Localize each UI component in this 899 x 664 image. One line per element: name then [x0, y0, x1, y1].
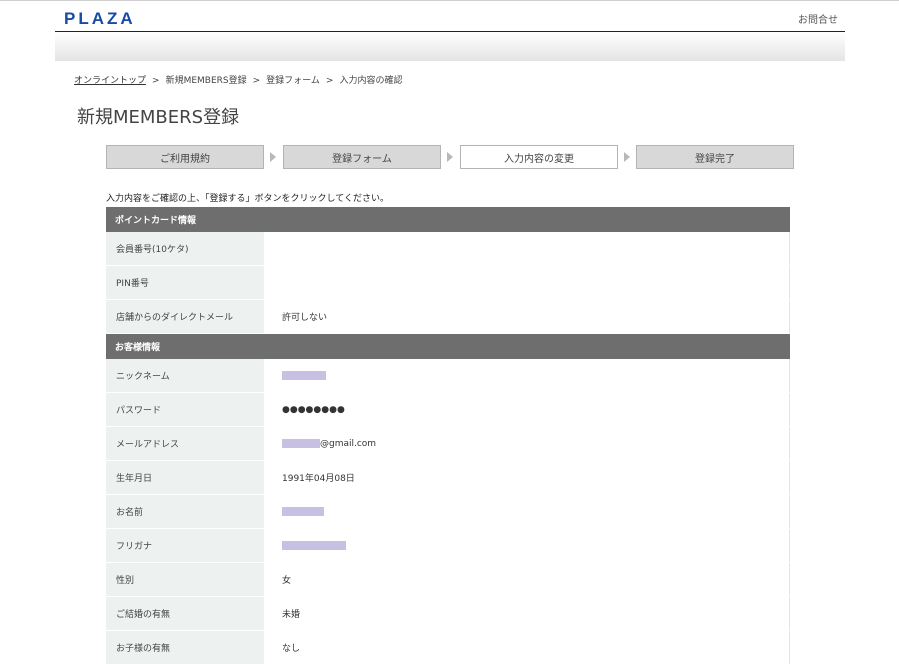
step-confirm: 入力内容の変更 [460, 145, 618, 169]
form-row-marital-status: ご結婚の有無 未婚 [106, 597, 790, 631]
row-value [264, 359, 790, 392]
section-header-customer-info: お客様情報 [106, 334, 790, 359]
breadcrumb: オンライントップ > 新規MEMBERS登録 > 登録フォーム > 入力内容の確認 [74, 73, 402, 86]
row-value: 許可しない [264, 300, 790, 333]
redacted-block [282, 507, 324, 516]
step-terms: ご利用規約 [106, 145, 264, 169]
row-label: お名前 [106, 495, 264, 528]
row-value [264, 529, 790, 562]
form-row-direct-mail: 店舗からのダイレクトメール 許可しない [106, 300, 790, 334]
breadcrumb-confirm-input: 入力内容の確認 [339, 76, 403, 86]
form-row-gender: 性別 女 [106, 563, 790, 597]
redacted-block [282, 371, 326, 380]
redacted-block [282, 439, 320, 448]
contact-link[interactable]: お問合せ [798, 11, 838, 26]
row-value [264, 495, 790, 528]
breadcrumb-separator: > [152, 76, 160, 86]
row-label: パスワード [106, 393, 264, 426]
breadcrumb-registration-form: 登録フォーム [266, 76, 320, 86]
row-label: 生年月日 [106, 461, 264, 494]
redacted-block [282, 541, 346, 550]
breadcrumb-online-top[interactable]: オンライントップ [74, 76, 146, 86]
registration-steps: ご利用規約 登録フォーム 入力内容の変更 登録完了 [106, 145, 794, 169]
row-label: 会員番号(10ケタ) [106, 232, 264, 265]
row-value: @gmail.com [264, 427, 790, 460]
page-title: 新規MEMBERS登録 [77, 107, 240, 128]
row-value [264, 266, 790, 299]
row-value: 1991年04月08日 [264, 461, 790, 494]
email-domain: @gmail.com [320, 438, 377, 449]
global-nav-band [55, 32, 845, 61]
form-row-nickname: ニックネーム [106, 359, 790, 393]
step-arrow-icon [270, 152, 276, 162]
row-label: お子様の有無 [106, 631, 264, 664]
plaza-logo[interactable]: PLAZA [64, 9, 136, 29]
form-row-children: お子様の有無 なし [106, 631, 790, 664]
form-row-password: パスワード ●●●●●●●● [106, 393, 790, 427]
form-row-birthdate: 生年月日 1991年04月08日 [106, 461, 790, 495]
row-label: ニックネーム [106, 359, 264, 392]
row-label: メールアドレス [106, 427, 264, 460]
row-label: ご結婚の有無 [106, 597, 264, 630]
row-label: 性別 [106, 563, 264, 596]
breadcrumb-separator: > [252, 76, 261, 86]
step-arrow-icon [447, 152, 453, 162]
row-value: 未婚 [264, 597, 790, 630]
form-row-furigana: フリガナ [106, 529, 790, 563]
breadcrumb-separator: > [325, 76, 334, 86]
step-complete: 登録完了 [636, 145, 794, 169]
step-form: 登録フォーム [283, 145, 441, 169]
form-row-member-number: 会員番号(10ケタ) [106, 232, 790, 266]
form-row-name: お名前 [106, 495, 790, 529]
form-row-pin: PIN番号 [106, 266, 790, 300]
instruction-text: 入力内容をご確認の上、「登録する」ボタンをクリックしてください。 [106, 194, 389, 204]
step-arrow-icon [624, 152, 630, 162]
row-label: フリガナ [106, 529, 264, 562]
row-value [264, 232, 790, 265]
section-header-point-card: ポイントカード情報 [106, 207, 790, 232]
row-value: ●●●●●●●● [264, 393, 790, 426]
row-value: 女 [264, 563, 790, 596]
row-label: PIN番号 [106, 266, 264, 299]
row-label: 店舗からのダイレクトメール [106, 300, 264, 333]
confirmation-form: ポイントカード情報 会員番号(10ケタ) PIN番号 店舗からのダイレクトメール… [106, 207, 790, 664]
row-value: なし [264, 631, 790, 664]
top-border [0, 0, 899, 1]
breadcrumb-members-registration: 新規MEMBERS登録 [165, 76, 247, 86]
form-row-email: メールアドレス @gmail.com [106, 427, 790, 461]
